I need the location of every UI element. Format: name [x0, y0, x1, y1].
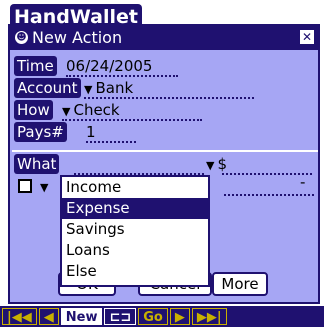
popup-item-loans[interactable]: Loans	[62, 240, 208, 261]
new-button[interactable]: New	[60, 308, 103, 325]
popup-item-else[interactable]: Else	[62, 261, 208, 282]
dropdown-arrow-icon: ▼	[206, 159, 215, 172]
time-label: Time	[14, 56, 57, 76]
currency-value: $	[217, 155, 228, 173]
dropdown-arrow-icon: ▼	[40, 181, 49, 194]
more-button[interactable]: More	[212, 272, 268, 296]
category-popup-list: Income Expense Savings Loans Else	[60, 175, 210, 287]
dialog-header: ☻ New Action ✕	[10, 26, 318, 50]
checkbox[interactable]	[18, 179, 32, 193]
go-button[interactable]: Go	[138, 308, 168, 325]
how-value: Check	[73, 101, 120, 119]
key-icon-button[interactable]: ⊏⊐	[104, 308, 137, 325]
category-dropdown-arrow[interactable]: ▼	[40, 176, 51, 198]
pays-field[interactable]: 1	[86, 122, 96, 142]
dropdown-arrow-icon: ▼	[62, 105, 71, 118]
popup-item-savings[interactable]: Savings	[62, 219, 208, 240]
divider	[12, 150, 318, 152]
popup-item-income[interactable]: Income	[62, 177, 208, 198]
dialog-title: New Action	[32, 28, 123, 47]
next-record-button[interactable]: ▶	[169, 308, 190, 325]
popup-item-expense[interactable]: Expense	[62, 198, 208, 219]
dropdown-arrow-icon: ▼	[84, 83, 93, 96]
how-label: How	[14, 100, 53, 120]
amount-placeholder: -	[300, 173, 306, 191]
bottom-toolbar: |◀◀ ◀ New ⊏⊐ Go ▶ ▶▶|	[0, 306, 324, 327]
account-value: Bank	[95, 79, 134, 97]
close-icon[interactable]: ✕	[300, 30, 314, 44]
last-record-button[interactable]: ▶▶|	[191, 308, 227, 325]
pays-label: Pays#	[14, 122, 67, 142]
first-record-button[interactable]: |◀◀	[2, 308, 37, 325]
account-label: Account	[14, 78, 81, 98]
time-field[interactable]: 06/24/2005	[66, 56, 152, 76]
what-label: What	[14, 154, 60, 174]
app-menu-icon[interactable]: ☻	[15, 31, 28, 44]
prev-record-button[interactable]: ◀	[38, 308, 59, 325]
